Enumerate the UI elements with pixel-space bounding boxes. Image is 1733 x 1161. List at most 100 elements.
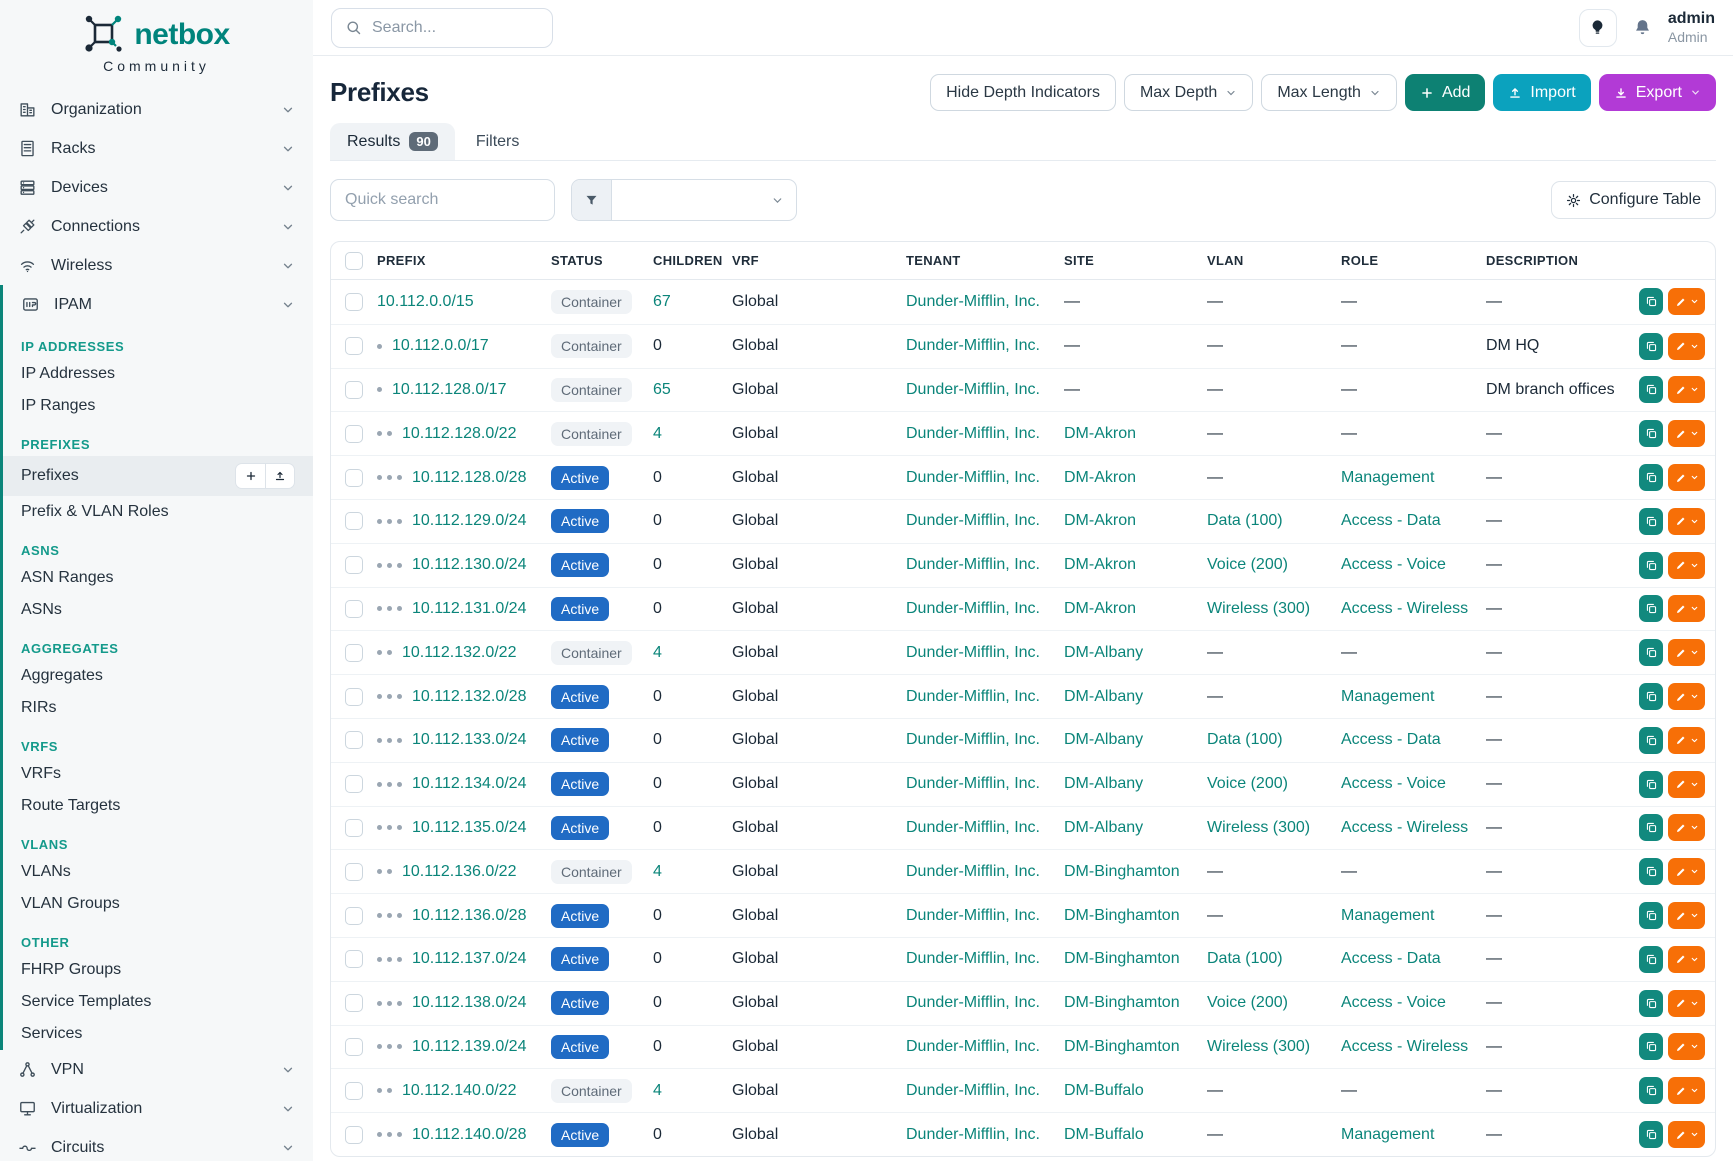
column-header-vlan[interactable]: VLAN (1207, 253, 1341, 268)
copy-button[interactable] (1639, 814, 1663, 841)
edit-button[interactable] (1668, 814, 1705, 841)
edit-button[interactable] (1668, 508, 1705, 535)
prefix-link[interactable]: 10.112.132.0/22 (402, 644, 516, 662)
sidebar-item-ipam[interactable]: IPAM (3, 285, 313, 324)
copy-button[interactable] (1639, 771, 1663, 798)
column-header-role[interactable]: ROLE (1341, 253, 1486, 268)
copy-button[interactable] (1639, 1077, 1663, 1104)
role-link[interactable]: Management (1341, 688, 1434, 706)
site-link[interactable]: DM-Akron (1064, 600, 1136, 618)
tenant-link[interactable]: Dunder-Mifflin, Inc. (906, 1126, 1040, 1144)
sidebar-item-circuits[interactable]: Circuits (0, 1128, 313, 1161)
sidebar-item-fhrp-groups[interactable]: FHRP Groups (3, 954, 313, 986)
role-link[interactable]: Access - Wireless (1341, 1038, 1468, 1056)
user-menu[interactable]: admin Admin (1668, 10, 1715, 44)
edit-button[interactable] (1668, 946, 1705, 973)
prefix-link[interactable]: 10.112.138.0/24 (412, 994, 526, 1012)
tenant-link[interactable]: Dunder-Mifflin, Inc. (906, 863, 1040, 881)
row-checkbox[interactable] (345, 688, 363, 706)
site-link[interactable]: DM-Albany (1064, 688, 1143, 706)
edit-button[interactable] (1668, 1033, 1705, 1060)
sidebar-item-racks[interactable]: Racks (0, 129, 313, 168)
tenant-link[interactable]: Dunder-Mifflin, Inc. (906, 819, 1040, 837)
vlan-link[interactable]: Data (100) (1207, 731, 1283, 749)
tenant-link[interactable]: Dunder-Mifflin, Inc. (906, 775, 1040, 793)
tenant-link[interactable]: Dunder-Mifflin, Inc. (906, 644, 1040, 662)
row-checkbox[interactable] (345, 425, 363, 443)
max-depth-dropdown[interactable]: Max Depth (1124, 74, 1253, 111)
role-link[interactable]: Access - Voice (1341, 994, 1446, 1012)
sidebar-item-rirs[interactable]: RIRs (3, 692, 313, 724)
role-link[interactable]: Access - Voice (1341, 775, 1446, 793)
role-link[interactable]: Management (1341, 1126, 1434, 1144)
sidebar-item-service-templates[interactable]: Service Templates (3, 986, 313, 1018)
tenant-link[interactable]: Dunder-Mifflin, Inc. (906, 1082, 1040, 1100)
global-search-input[interactable] (372, 19, 539, 37)
edit-button[interactable] (1668, 1121, 1705, 1148)
copy-button[interactable] (1639, 858, 1663, 885)
role-link[interactable]: Management (1341, 907, 1434, 925)
edit-button[interactable] (1668, 595, 1705, 622)
sidebar-item-vpn[interactable]: VPN (0, 1050, 313, 1089)
role-link[interactable]: Access - Wireless (1341, 819, 1468, 837)
column-header-vrf[interactable]: VRF (732, 253, 906, 268)
tenant-link[interactable]: Dunder-Mifflin, Inc. (906, 293, 1040, 311)
role-link[interactable]: Access - Data (1341, 731, 1441, 749)
prefix-link[interactable]: 10.112.130.0/24 (412, 556, 526, 574)
tenant-link[interactable]: Dunder-Mifflin, Inc. (906, 469, 1040, 487)
notifications-button[interactable] (1632, 17, 1653, 38)
children-link[interactable]: 4 (653, 1082, 662, 1100)
vlan-link[interactable]: Voice (200) (1207, 775, 1288, 793)
site-link[interactable]: DM-Akron (1064, 556, 1136, 574)
vlan-link[interactable]: Wireless (300) (1207, 819, 1310, 837)
vlan-link[interactable]: Voice (200) (1207, 556, 1288, 574)
tenant-link[interactable]: Dunder-Mifflin, Inc. (906, 600, 1040, 618)
site-link[interactable]: DM-Binghamton (1064, 1038, 1180, 1056)
row-checkbox[interactable] (345, 556, 363, 574)
edit-button[interactable] (1668, 727, 1705, 754)
sidebar-item-vlans[interactable]: VLANs (3, 856, 313, 888)
copy-button[interactable] (1639, 464, 1663, 491)
prefix-link[interactable]: 10.112.134.0/24 (412, 775, 526, 793)
row-checkbox[interactable] (345, 1082, 363, 1100)
children-link[interactable]: 65 (653, 381, 671, 399)
prefix-link[interactable]: 10.112.0.0/17 (392, 337, 489, 355)
vlan-link[interactable]: Wireless (300) (1207, 1038, 1310, 1056)
role-link[interactable]: Management (1341, 469, 1434, 487)
theme-toggle-button[interactable] (1579, 9, 1617, 47)
sidebar-item-asn-ranges[interactable]: ASN Ranges (3, 562, 313, 594)
tenant-link[interactable]: Dunder-Mifflin, Inc. (906, 1038, 1040, 1056)
sidebar-item-vlan-groups[interactable]: VLAN Groups (3, 888, 313, 920)
site-link[interactable]: DM-Buffalo (1064, 1082, 1144, 1100)
copy-button[interactable] (1639, 552, 1663, 579)
select-all-checkbox[interactable] (345, 252, 363, 270)
tenant-link[interactable]: Dunder-Mifflin, Inc. (906, 731, 1040, 749)
site-link[interactable]: DM-Binghamton (1064, 994, 1180, 1012)
tenant-link[interactable]: Dunder-Mifflin, Inc. (906, 688, 1040, 706)
import-button[interactable]: Import (1493, 74, 1590, 111)
column-header-description[interactable]: DESCRIPTION (1486, 253, 1639, 268)
sidebar-add-button[interactable] (236, 464, 265, 488)
column-header-tenant[interactable]: TENANT (906, 253, 1064, 268)
copy-button[interactable] (1639, 639, 1663, 666)
site-link[interactable]: DM-Akron (1064, 469, 1136, 487)
saved-filter-select[interactable] (571, 179, 797, 221)
prefix-link[interactable]: 10.112.132.0/28 (412, 688, 526, 706)
prefix-link[interactable]: 10.112.131.0/24 (412, 600, 526, 618)
prefix-link[interactable]: 10.112.140.0/22 (402, 1082, 516, 1100)
prefix-link[interactable]: 10.112.135.0/24 (412, 819, 526, 837)
tab-filters[interactable]: Filters (459, 124, 537, 160)
sidebar-item-aggregates[interactable]: Aggregates (3, 660, 313, 692)
role-link[interactable]: Access - Data (1341, 512, 1441, 530)
max-length-dropdown[interactable]: Max Length (1261, 74, 1397, 111)
sidebar-item-organization[interactable]: Organization (0, 90, 313, 129)
prefix-link[interactable]: 10.112.139.0/24 (412, 1038, 526, 1056)
row-checkbox[interactable] (345, 819, 363, 837)
row-checkbox[interactable] (345, 381, 363, 399)
edit-button[interactable] (1668, 376, 1705, 403)
copy-button[interactable] (1639, 902, 1663, 929)
quick-search-input[interactable] (330, 179, 555, 221)
edit-button[interactable] (1668, 288, 1705, 315)
prefix-link[interactable]: 10.112.129.0/24 (412, 512, 526, 530)
sidebar-item-prefixes[interactable]: Prefixes (3, 456, 313, 496)
